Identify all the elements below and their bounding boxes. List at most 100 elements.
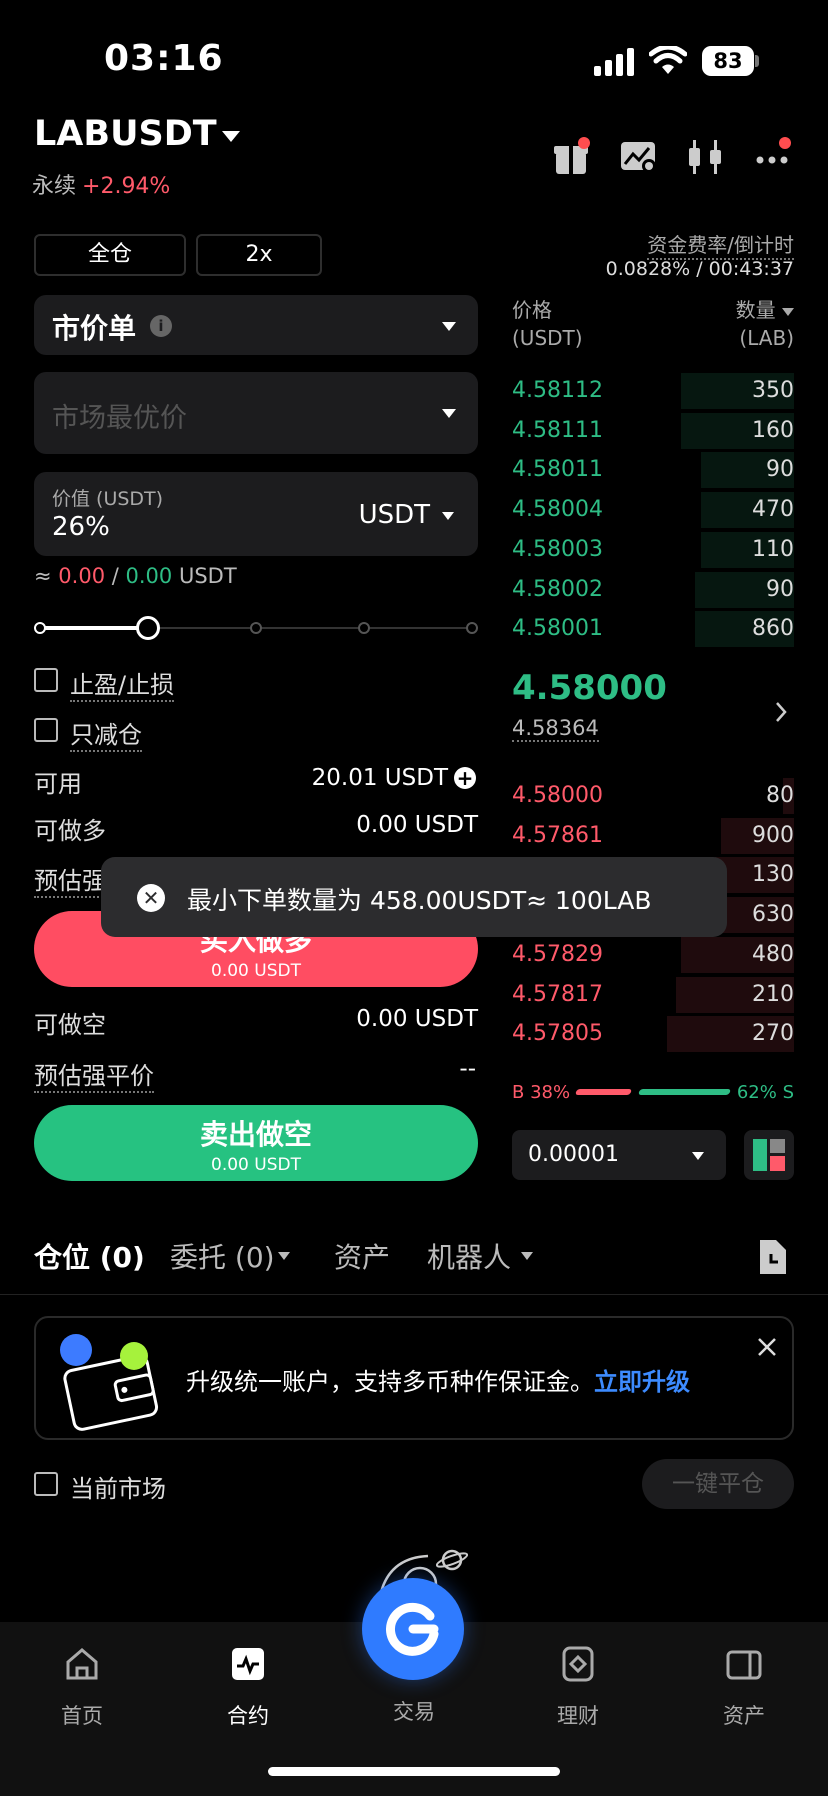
tp-sl-checkbox[interactable] [34, 668, 58, 692]
upgrade-banner: 升级统一账户，支持多币种作保证金。立即升级 [34, 1316, 794, 1440]
funding-rate-label[interactable]: 资金费率/倒计时 [647, 229, 794, 260]
est-liq-label[interactable]: 预估强平价 [34, 1056, 154, 1093]
candlestick-icon[interactable] [685, 136, 727, 178]
chevron-down-icon[interactable] [278, 1252, 290, 1260]
slider-stop[interactable] [466, 622, 478, 634]
can-short-value: 0.00 USDT [356, 1006, 478, 1032]
row-qty: 110 [752, 536, 794, 562]
row-qty: 630 [752, 902, 794, 928]
chevron-down-icon [442, 322, 456, 331]
nav-earn-label: 理财 [557, 1704, 599, 1728]
row-qty: 130 [752, 862, 794, 888]
can-long-label: 可做多 [34, 817, 106, 845]
ask-row[interactable]: 4.57805 270 [512, 1015, 794, 1053]
nav-earn[interactable]: 理财 [518, 1644, 638, 1730]
chevron-down-icon [692, 1152, 704, 1160]
current-market-label[interactable]: 当前市场 [70, 1469, 166, 1504]
amount-slider[interactable] [34, 612, 478, 644]
history-icon[interactable] [756, 1240, 788, 1276]
bid-row[interactable]: 4.58111 160 [512, 412, 794, 450]
chevron-down-icon[interactable] [222, 131, 240, 142]
wifi-icon [649, 46, 687, 74]
bid-row[interactable]: 4.58112 350 [512, 372, 794, 410]
nav-futures[interactable]: 合约 [188, 1644, 308, 1730]
close-circle-icon: ✕ [137, 884, 165, 912]
reduce-only-checkbox[interactable] [34, 718, 58, 742]
slider-thumb[interactable] [136, 616, 160, 640]
trade-logo-icon [386, 1602, 439, 1656]
add-funds-icon[interactable]: + [454, 767, 476, 789]
qty-header: 数量 [735, 298, 776, 322]
current-market-checkbox[interactable] [34, 1472, 58, 1496]
reduce-only-label[interactable]: 只减仓 [70, 715, 142, 752]
order-type-select[interactable]: 市价单 i [34, 295, 478, 355]
buy-long-sub: 0.00 USDT [211, 961, 301, 981]
ask-row[interactable]: 4.57829 480 [512, 936, 794, 974]
row-qty: 480 [752, 941, 794, 967]
bid-row[interactable]: 4.58004 470 [512, 491, 794, 529]
last-price[interactable]: 4.58000 [512, 668, 667, 708]
row-qty: 210 [752, 981, 794, 1007]
orderbook-layout-button[interactable] [744, 1130, 794, 1180]
slider-stop[interactable] [250, 622, 262, 634]
row-price: 4.58002 [512, 576, 603, 602]
row-qty: 270 [752, 1021, 794, 1047]
chevron-right-icon[interactable] [774, 700, 788, 724]
mark-price[interactable]: 4.58364 [512, 716, 599, 742]
tab-positions[interactable]: 仓位 (0) [34, 1236, 145, 1276]
home-icon [66, 1648, 98, 1680]
nav-home[interactable]: 首页 [22, 1644, 142, 1730]
info-icon[interactable]: i [150, 315, 172, 337]
tp-sl-label[interactable]: 止盈/止损 [70, 665, 175, 702]
price-change: +2.94% [82, 174, 171, 199]
precision-select[interactable]: 0.00001 [512, 1130, 726, 1180]
pair-title[interactable]: LABUSDT [34, 114, 217, 154]
bid-row[interactable]: 4.58002 90 [512, 571, 794, 609]
toast: ✕ 最小下单数量为 458.00USDT≈ 100LAB [101, 857, 727, 937]
sell-ratio: 62% S [736, 1082, 794, 1103]
sell-ratio-bar [637, 1089, 732, 1095]
sell-short-button[interactable]: 卖出做空 0.00 USDT [34, 1105, 478, 1181]
price-unit: (USDT) [512, 326, 583, 350]
bid-row[interactable]: 4.58011 90 [512, 451, 794, 489]
close-all-button[interactable]: 一键平仓 [642, 1459, 794, 1509]
home-indicator [268, 1767, 560, 1776]
approx-sep: / [111, 564, 119, 588]
can-long-value: 0.00 USDT [356, 812, 478, 838]
ask-row[interactable]: 4.57817 210 [512, 976, 794, 1014]
chart-settings-icon[interactable] [617, 136, 659, 178]
slider-stop[interactable] [358, 622, 370, 634]
close-icon[interactable] [756, 1336, 778, 1358]
layout-icon [753, 1139, 785, 1171]
bid-row[interactable]: 4.58003 110 [512, 531, 794, 569]
leverage-button[interactable]: 2x [196, 234, 322, 276]
tab-bots[interactable]: 机器人 [427, 1236, 511, 1276]
can-short-label: 可做空 [34, 1011, 106, 1039]
price-input[interactable]: 市场最优价 [34, 372, 478, 454]
bid-row[interactable]: 4.58001 860 [512, 610, 794, 648]
chevron-down-icon[interactable] [782, 307, 794, 316]
tab-assets[interactable]: 资产 [334, 1236, 390, 1276]
nav-assets[interactable]: 资产 [684, 1644, 804, 1730]
orderbook-qty-header[interactable]: 数量 (LAB) [736, 296, 794, 352]
position-tabs: 仓位 (0) 委托 (0) 资产 机器人 [0, 1236, 828, 1276]
status-time: 03:16 [104, 38, 224, 79]
trade-fab-button[interactable] [362, 1578, 464, 1680]
banner-text: 升级统一账户，支持多币种作保证金。 [186, 1368, 594, 1396]
available-value: 20.01 USDT [311, 765, 448, 791]
ask-row[interactable]: 4.57861 900 [512, 817, 794, 855]
upgrade-link[interactable]: 立即升级 [594, 1368, 690, 1396]
value-field[interactable]: 26% [52, 512, 110, 542]
chevron-down-icon[interactable] [521, 1252, 533, 1260]
row-qty: 80 [766, 783, 794, 808]
slider-stop[interactable] [34, 622, 46, 634]
unit-select[interactable]: USDT [359, 500, 430, 530]
chevron-down-icon[interactable] [442, 512, 454, 520]
value-input[interactable]: 价值 (USDT) 26% USDT [34, 472, 478, 556]
tab-orders[interactable]: 委托 (0) [170, 1236, 275, 1276]
sell-short-label: 卖出做空 [199, 1118, 312, 1151]
ask-row[interactable]: 4.58000 80 [512, 777, 794, 815]
row-price: 4.58011 [512, 457, 603, 483]
margin-mode-button[interactable]: 全仓 [34, 234, 186, 276]
slider-fill [40, 626, 148, 630]
